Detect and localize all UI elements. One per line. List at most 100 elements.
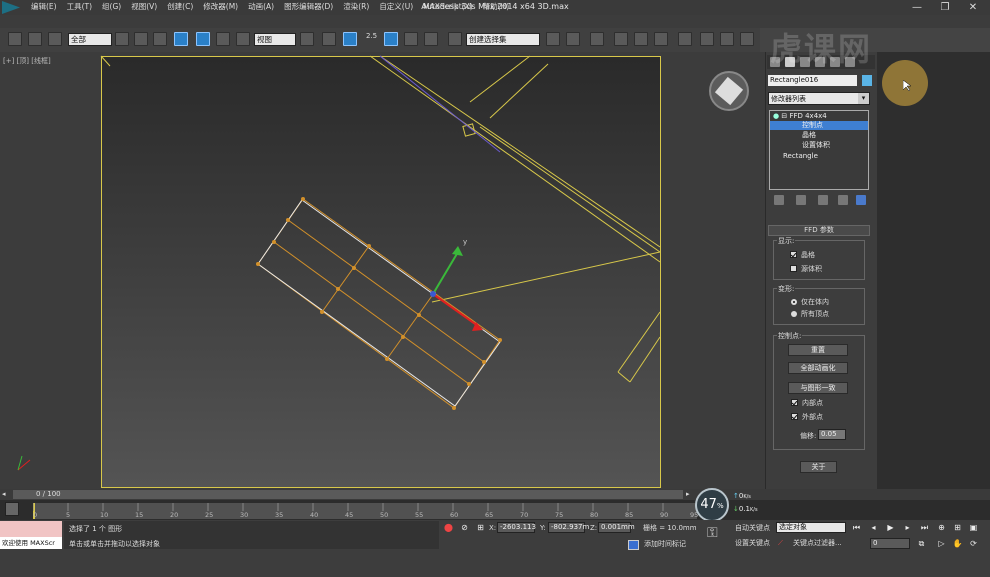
zoom-extents-icon[interactable]: ▣ (968, 522, 979, 533)
bulb-icon[interactable]: ● (773, 112, 779, 120)
absolute-mode-icon[interactable]: ⊞ (475, 522, 486, 533)
all-vertices-radio[interactable] (791, 311, 797, 317)
ffd-params-rollout-header[interactable]: FFD 参数 (768, 225, 870, 236)
reference-coordinate-dropdown[interactable]: 视图 (254, 33, 296, 46)
conform-to-shape-button[interactable]: 与图形一致 (788, 382, 848, 394)
next-frame-button-icon[interactable]: ▸ (902, 522, 913, 533)
orbit-icon[interactable]: ⟳ (968, 538, 979, 549)
schematic-view-icon[interactable] (654, 32, 668, 46)
current-frame-field[interactable]: 0 (870, 538, 910, 549)
key-filters-button[interactable]: 关键点过滤器... (793, 538, 842, 549)
link-icon[interactable] (8, 32, 22, 46)
only-in-volume-radio[interactable] (791, 299, 797, 305)
stack-item-lattice[interactable]: 晶格 (802, 131, 816, 140)
select-rotate-icon[interactable] (216, 32, 230, 46)
set-key-icon[interactable]: ⚿ (707, 525, 731, 545)
z-coordinate-field[interactable]: 0.001mm (598, 522, 635, 533)
menu-group[interactable]: 组(G) (97, 1, 126, 12)
stack-item-set-volume[interactable]: 设置体积 (802, 141, 830, 150)
source-volume-checkbox[interactable] (790, 265, 797, 272)
render-production-icon[interactable] (740, 32, 754, 46)
selection-filter-dropdown[interactable]: 全部 (68, 33, 112, 46)
selection-lock-icon[interactable]: ⊘ (459, 522, 470, 533)
edit-named-selection-icon[interactable] (448, 32, 462, 46)
pivot-center-icon[interactable] (300, 32, 314, 46)
select-scale-icon[interactable] (236, 32, 250, 46)
menu-help[interactable]: 帮助(H) (478, 1, 515, 12)
make-unique-icon[interactable] (818, 195, 828, 205)
add-time-tag[interactable]: 添加时间标记 (644, 539, 686, 550)
graphite-tools-icon[interactable] (614, 32, 628, 46)
curve-editor-icon[interactable] (634, 32, 648, 46)
isolate-selection-icon[interactable]: ⬤ (443, 522, 454, 533)
next-frame-icon[interactable]: ▸ (686, 490, 695, 499)
viewport-scene[interactable]: y (0, 52, 768, 489)
object-name-field[interactable]: Rectangle016 (768, 75, 857, 86)
time-slider-frame[interactable]: 0 / 100 (36, 490, 61, 499)
key-mode-dropdown[interactable]: 选定对象 (776, 522, 846, 533)
menu-animation[interactable]: 动画(A) (243, 1, 279, 12)
reset-button[interactable]: 重置 (788, 344, 848, 356)
previous-frame-icon[interactable]: ◂ (868, 522, 879, 533)
time-slider-track[interactable] (13, 490, 683, 499)
restore-button[interactable]: ❐ (938, 1, 952, 14)
inside-points-checkbox[interactable] (791, 399, 798, 406)
menu-tools[interactable]: 工具(T) (62, 1, 97, 12)
prev-frame-icon[interactable]: ◂ (2, 490, 11, 499)
maxscript-welcome[interactable]: 欢迎使用 MAXScr (0, 537, 62, 549)
stack-item-ffd[interactable]: ● ⊟ FFD 4x4x4 (773, 112, 827, 121)
x-coordinate-field[interactable]: -2603.113 (497, 522, 536, 533)
material-editor-icon[interactable] (678, 32, 692, 46)
menu-rendering[interactable]: 渲染(R) (338, 1, 374, 12)
pin-stack-icon[interactable] (774, 195, 784, 205)
snaps-toggle-label[interactable]: 2.5 (366, 32, 377, 40)
window-crossing-icon[interactable] (174, 32, 188, 46)
percent-snap-icon[interactable] (404, 32, 418, 46)
mirror-icon[interactable] (546, 32, 560, 46)
menu-modifiers[interactable]: 修改器(M) (198, 1, 243, 12)
object-color-swatch[interactable] (862, 75, 872, 86)
unlink-icon[interactable] (28, 32, 42, 46)
auto-key-button[interactable]: 自动关键点 (735, 523, 770, 534)
menu-customize[interactable]: 自定义(U) (374, 1, 418, 12)
configure-modifier-sets-icon[interactable] (856, 195, 866, 205)
remove-modifier-icon[interactable] (838, 195, 848, 205)
animate-all-button[interactable]: 全部动画化 (788, 362, 848, 374)
select-move-icon[interactable] (196, 32, 210, 46)
show-end-result-icon[interactable] (796, 195, 806, 205)
zoom-all-icon[interactable]: ⊞ (952, 522, 963, 533)
stack-item-control-points[interactable]: 控制点 (802, 121, 823, 130)
menu-create[interactable]: 创建(C) (162, 1, 198, 12)
render-setup-icon[interactable] (700, 32, 714, 46)
outside-points-checkbox[interactable] (791, 413, 798, 420)
close-button[interactable]: ✕ (966, 1, 980, 14)
chevron-down-icon[interactable]: ▾ (858, 93, 869, 104)
select-by-name-icon[interactable] (134, 32, 148, 46)
key-filter-icon[interactable]: ⟋ (778, 538, 783, 549)
select-manipulate-icon[interactable] (322, 32, 336, 46)
pan-view-icon[interactable]: ✋ (952, 538, 963, 549)
layer-manager-icon[interactable] (590, 32, 604, 46)
go-to-end-icon[interactable]: ⏭ (919, 522, 930, 533)
angle-snap-icon[interactable] (384, 32, 398, 46)
offset-spinner[interactable]: 0.05 (818, 429, 846, 440)
rendered-frame-window-icon[interactable] (720, 32, 734, 46)
time-tag-icon[interactable] (628, 540, 639, 550)
zoom-icon[interactable]: ⊕ (936, 522, 947, 533)
spinner-snap-icon[interactable] (424, 32, 438, 46)
go-to-start-icon[interactable]: ⏮ (851, 522, 862, 533)
bind-space-warp-icon[interactable] (48, 32, 62, 46)
modifier-list-dropdown[interactable]: 修改器列表 (768, 92, 870, 105)
y-coordinate-field[interactable]: -802.937m (548, 522, 589, 533)
field-of-view-icon[interactable]: ▷ (936, 538, 947, 549)
menu-edit[interactable]: 编辑(E) (26, 1, 62, 12)
set-key-button[interactable]: 设置关键点 (735, 538, 770, 549)
lattice-checkbox[interactable] (790, 251, 797, 258)
rectangular-selection-icon[interactable] (153, 32, 167, 46)
named-selection-dropdown[interactable]: 创建选择集 (466, 33, 540, 46)
stack-item-rectangle[interactable]: Rectangle (783, 152, 818, 161)
select-object-icon[interactable] (115, 32, 129, 46)
mini-curve-editor-icon[interactable] (5, 502, 19, 516)
align-icon[interactable] (566, 32, 580, 46)
menu-views[interactable]: 视图(V) (126, 1, 162, 12)
